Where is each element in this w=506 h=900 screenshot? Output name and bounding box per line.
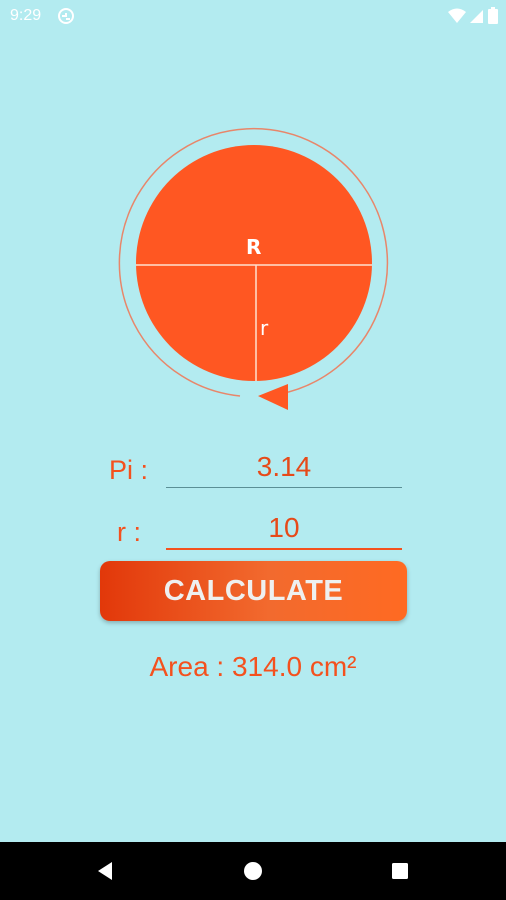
recents-icon[interactable] xyxy=(388,859,412,883)
radius-input[interactable] xyxy=(166,509,402,547)
circle-shape xyxy=(136,145,372,381)
radius-label: r xyxy=(260,316,269,340)
calculate-button[interactable]: CALCULATE xyxy=(100,561,407,621)
back-icon[interactable] xyxy=(93,859,117,883)
rotation-arrow-icon xyxy=(258,384,288,410)
navigation-bar xyxy=(0,842,506,900)
pi-label: Pi : xyxy=(109,455,149,485)
area-result: Area : 314.0 cm² xyxy=(149,651,357,682)
pi-underline xyxy=(166,487,402,488)
pi-row: Pi : xyxy=(0,446,506,496)
radius-row: r : xyxy=(0,508,506,558)
radius-underline xyxy=(166,548,402,550)
radius-label-text: r : xyxy=(117,517,141,547)
pi-input[interactable] xyxy=(166,448,402,486)
home-icon[interactable] xyxy=(241,859,265,883)
diameter-label: R xyxy=(246,235,262,259)
circle-diagram xyxy=(118,127,389,410)
